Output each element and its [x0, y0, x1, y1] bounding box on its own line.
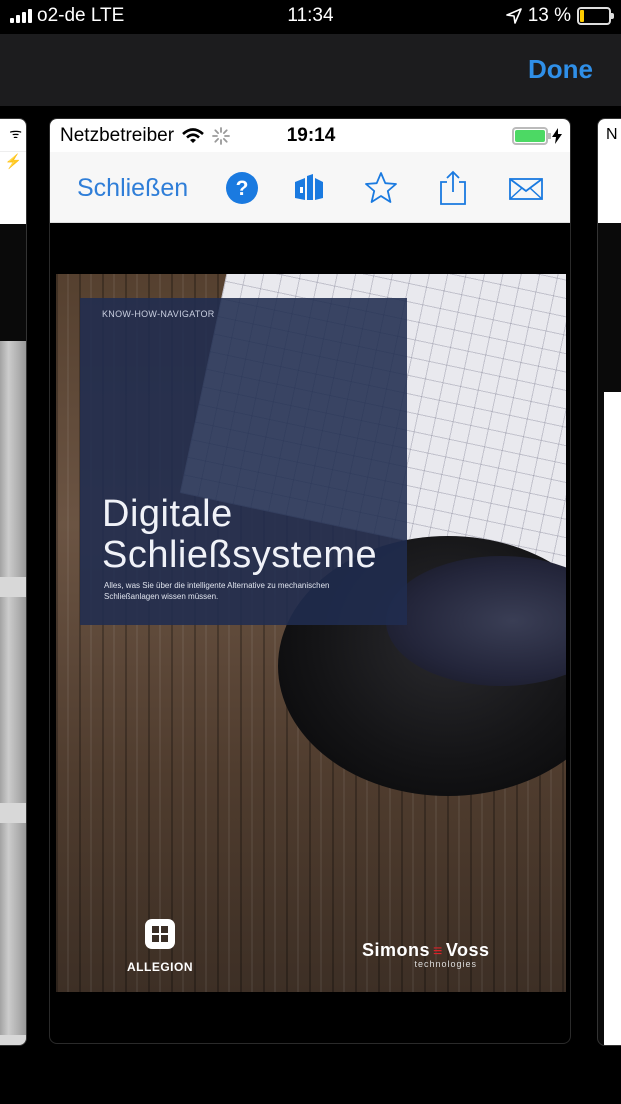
- location-arrow-icon: [505, 8, 522, 24]
- next-card-page: [604, 392, 621, 1045]
- previous-card-status: ᯤ ⚡: [0, 119, 26, 169]
- simonsvoss-name-b: Voss: [445, 940, 490, 960]
- cover-subtitle: Alles, was Sie über die intelligente Alt…: [104, 581, 330, 601]
- status-right: 13 %: [505, 5, 614, 27]
- simonsvoss-tagline: technologies: [414, 959, 478, 969]
- previous-page-card[interactable]: ᯤ ⚡: [0, 118, 27, 1046]
- cover-title-line2: Schließsysteme: [102, 534, 378, 576]
- reader-toolbar: Schließen ?: [50, 152, 570, 223]
- current-page-card[interactable]: Netzbetreiber 19:14 Schließen ? KNOW-HOW…: [49, 118, 571, 1044]
- previous-card-image: [0, 341, 26, 1045]
- favorite-star-icon[interactable]: [363, 170, 399, 206]
- battery-percent: 13 %: [527, 5, 571, 26]
- cover-title-line1: Digitale: [102, 493, 233, 535]
- cover-title-panel: KNOW-HOW-NAVIGATOR Digitale Schließsyste…: [80, 298, 407, 625]
- app-switcher-nav: Done: [0, 34, 621, 106]
- simonsvoss-name: Simons ≡ Voss: [362, 940, 490, 961]
- system-status-bar: o2-de LTE 11:34 13 %: [0, 0, 621, 34]
- brochure-cover[interactable]: KNOW-HOW-NAVIGATOR Digitale Schließsyste…: [56, 274, 566, 992]
- mail-icon[interactable]: [508, 170, 544, 206]
- cover-title: Digitale Schließsysteme: [102, 494, 377, 576]
- share-icon[interactable]: [435, 170, 471, 206]
- page-status-bar: Netzbetreiber 19:14: [50, 119, 570, 152]
- next-card-toolbar: [598, 151, 621, 223]
- next-card-status: N: [598, 119, 621, 151]
- help-icon[interactable]: ?: [224, 170, 260, 206]
- simonsvoss-name-a: Simons: [362, 940, 431, 960]
- battery-icon: [577, 7, 614, 25]
- simonsvoss-brand: Simons ≡ Voss technologies: [362, 940, 490, 969]
- page-clock: 19:14: [286, 125, 336, 146]
- allegion-label: ALLEGION: [127, 960, 193, 974]
- svg-text:?: ?: [236, 177, 249, 200]
- cover-kicker: KNOW-HOW-NAVIGATOR: [102, 309, 215, 319]
- allegion-logo-icon: [145, 919, 175, 949]
- page-battery: [512, 127, 562, 145]
- library-icon[interactable]: [291, 170, 327, 206]
- allegion-brand: ALLEGION: [120, 917, 200, 974]
- next-page-card[interactable]: N: [597, 118, 621, 1046]
- battery-full-icon: [512, 127, 551, 145]
- charging-bolt-icon: [552, 128, 562, 144]
- done-button[interactable]: Done: [528, 54, 593, 85]
- close-button[interactable]: Schließen: [77, 174, 188, 203]
- simonsvoss-mark-icon: ≡: [433, 943, 443, 960]
